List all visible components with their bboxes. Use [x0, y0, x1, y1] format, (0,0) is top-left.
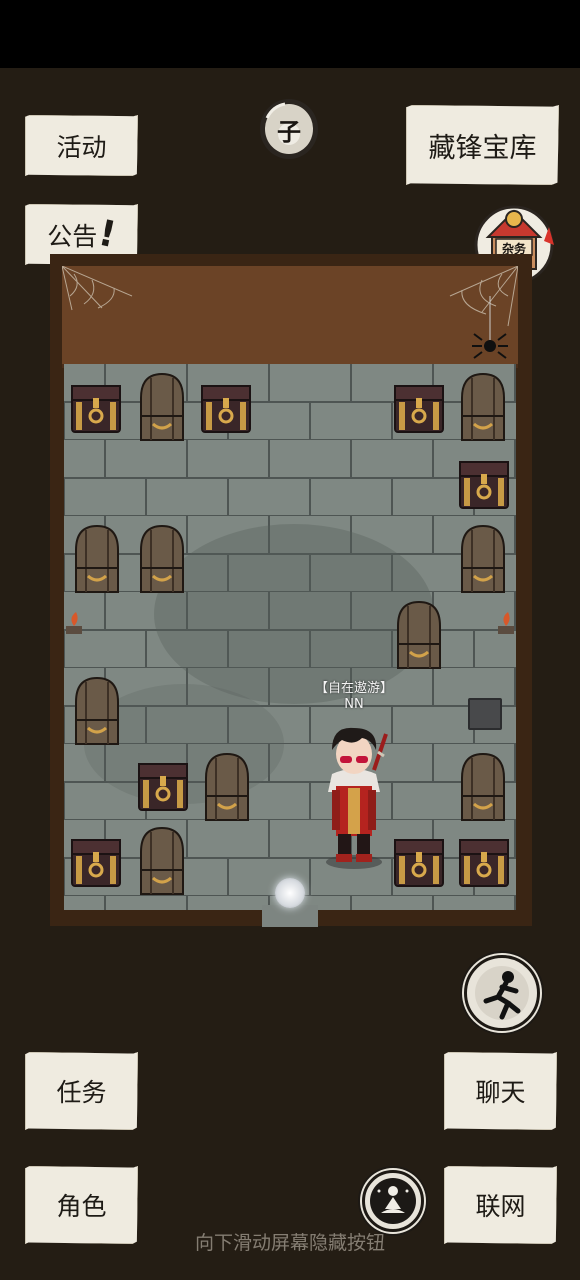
coffin-chest[interactable] — [458, 524, 508, 596]
stone-block — [468, 698, 502, 730]
treasure-chest[interactable] — [70, 382, 122, 436]
task-button[interactable]: 任务 — [25, 1052, 138, 1130]
sprint-button[interactable] — [464, 955, 540, 1031]
alert-icon: ! — [95, 212, 120, 257]
treasure-chest[interactable] — [458, 458, 510, 512]
running-figure-icon — [475, 966, 529, 1020]
hour-text: 子 — [277, 118, 301, 146]
treasury-button[interactable]: 藏锋宝库 — [406, 105, 559, 185]
treasure-chest[interactable] — [200, 382, 252, 436]
brick-pattern — [64, 364, 516, 910]
activity-button[interactable]: 活动 — [25, 115, 138, 176]
hour-marker[interactable]: 子 — [259, 98, 319, 160]
hide-buttons-hint: 向下滑动屏幕隐藏按钮 — [194, 1232, 385, 1254]
treasure-chest[interactable] — [137, 760, 189, 814]
coffin-chest[interactable] — [72, 676, 122, 748]
meditate-button[interactable] — [362, 1170, 424, 1232]
status-bar — [0, 0, 580, 68]
meditation-icon — [370, 1178, 416, 1224]
coffin-chest[interactable] — [394, 600, 444, 672]
exit-orb[interactable] — [275, 878, 305, 908]
game-screen: 活动 公告 ! 藏锋宝库 子 杂务 【自在遨游】 NN 任务 聊天 角色 联网 … — [0, 0, 580, 1280]
cobweb-decoration — [61, 265, 519, 359]
coffin-chest[interactable] — [458, 752, 508, 824]
treasure-chest[interactable] — [393, 382, 445, 436]
treasure-chest[interactable] — [458, 836, 510, 890]
treasure-chest[interactable] — [393, 836, 445, 890]
coffin-chest[interactable] — [137, 826, 187, 898]
coffin-chest[interactable] — [137, 372, 187, 444]
torch-left-icon — [64, 612, 86, 648]
torch-right-icon — [494, 612, 516, 648]
treasure-chest[interactable] — [70, 836, 122, 890]
coffin-chest[interactable] — [458, 372, 508, 444]
player-name: NN — [344, 697, 364, 712]
player-title: 【自在遨游】 — [314, 681, 393, 696]
notice-label: 公告 — [47, 221, 98, 251]
room-exit — [262, 905, 318, 927]
player-character[interactable] — [318, 726, 390, 872]
coffin-chest[interactable] — [72, 524, 122, 596]
stone-floor — [64, 364, 516, 910]
room-back-wall — [61, 265, 519, 368]
chat-button[interactable]: 聊天 — [444, 1052, 557, 1130]
coffin-chest[interactable] — [137, 524, 187, 596]
coffin-chest[interactable] — [202, 752, 252, 824]
